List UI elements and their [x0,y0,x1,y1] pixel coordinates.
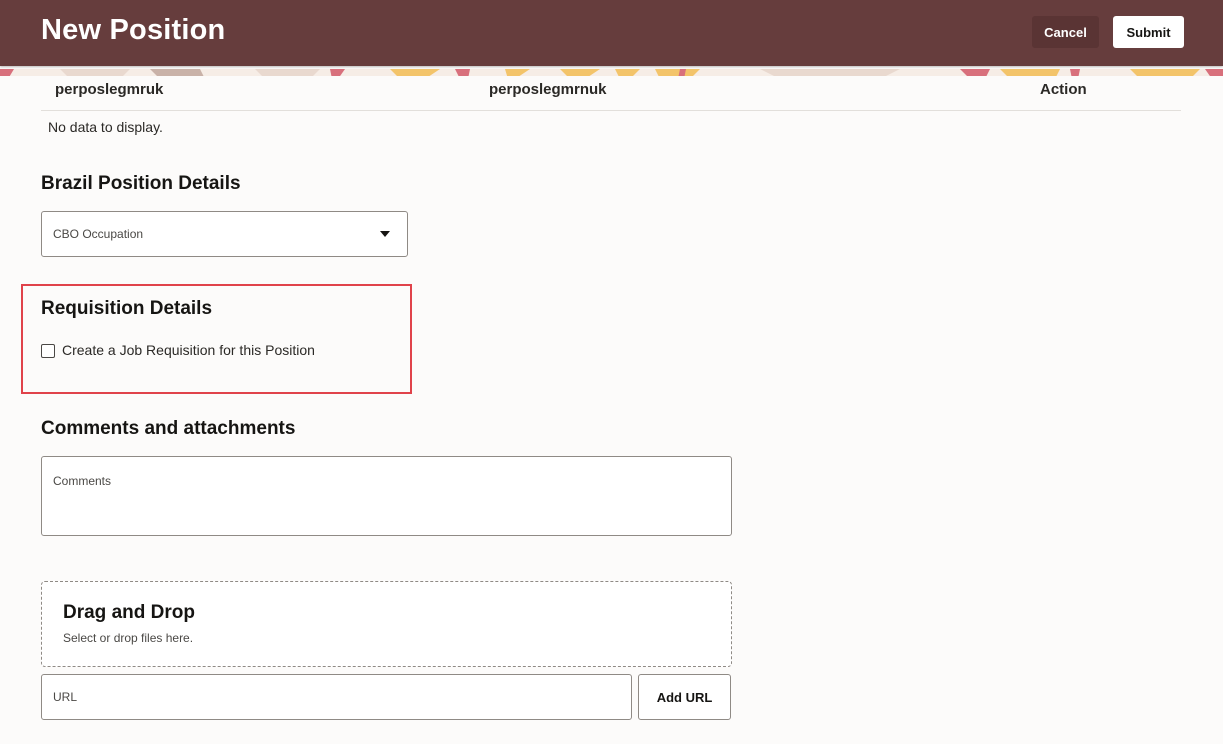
add-url-button[interactable]: Add URL [638,674,731,720]
decorative-pattern-graphic [0,69,1223,76]
create-requisition-checkbox[interactable] [41,344,55,358]
chevron-down-icon[interactable] [380,231,390,237]
file-drop-zone[interactable]: Drag and Drop Select or drop files here. [41,581,732,667]
cbo-occupation-select[interactable]: CBO Occupation [41,211,408,257]
comments-textarea[interactable]: Comments [41,456,732,536]
submit-button[interactable]: Submit [1113,16,1184,48]
requisition-section-title: Requisition Details [41,298,213,319]
header-pattern-strip [0,66,1223,76]
drop-zone-subtitle: Select or drop files here. [63,631,194,645]
empty-table-message: No data to display. [48,119,163,135]
column-header-action: Action [1040,81,1087,98]
url-label: URL [53,690,78,704]
comments-section-title: Comments and attachments [41,418,296,439]
comments-label: Comments [53,474,112,488]
url-input[interactable]: URL [41,674,632,720]
page-title: New Position [41,14,226,46]
column-header-perposlegmrnuk[interactable]: perposlegmrnuk [489,81,607,98]
page-header: New Position Cancel Submit [0,0,1223,66]
create-requisition-label[interactable]: Create a Job Requisition for this Positi… [62,342,315,358]
page-content: perposlegmruk perposlegmrnuk Action No d… [0,0,1223,744]
drop-zone-title: Drag and Drop [63,602,195,623]
column-header-perposlegmruk[interactable]: perposlegmruk [55,81,163,98]
brazil-section-title: Brazil Position Details [41,173,241,194]
table-divider [41,110,1181,111]
cbo-occupation-label: CBO Occupation [53,227,144,241]
cancel-button[interactable]: Cancel [1032,16,1099,48]
